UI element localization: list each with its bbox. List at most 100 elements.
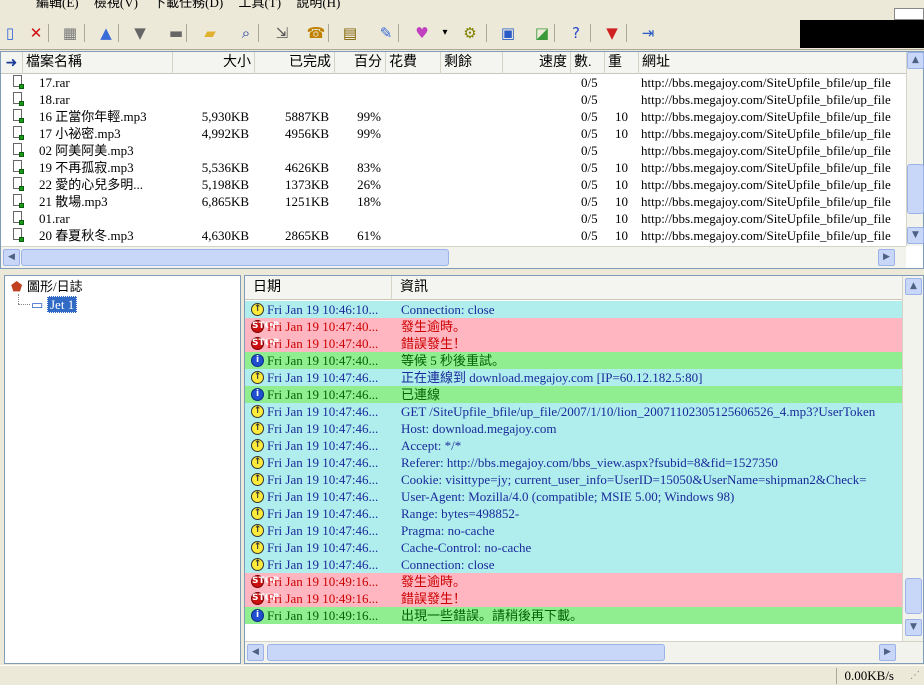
tree-root[interactable]: ⬟ 圖形/日誌 xyxy=(11,278,83,295)
log-row[interactable]: ↑ Fri Jan 19 10:47:46... Pragma: no-cache xyxy=(245,522,902,539)
scroll-left-icon[interactable]: ◀ xyxy=(247,644,264,661)
exit-icon[interactable]: ⇥ xyxy=(638,23,658,43)
scroll-right-icon[interactable]: ▶ xyxy=(878,249,895,266)
table-row[interactable]: 16 正當你年輕.mp3 5,930KB 5887KB 99% 0/5 10 http://… xyxy=(1,108,906,125)
col-header-name[interactable]: 檔案名稱 xyxy=(23,52,173,74)
delete-icon[interactable]: ✕ xyxy=(26,23,46,43)
find-next-icon[interactable]: ⇲ xyxy=(272,23,292,43)
dropdown-icon[interactable]: ▾ xyxy=(440,23,450,43)
col-header-retry[interactable]: 重 xyxy=(605,52,639,74)
log-row[interactable]: ↑ Fri Jan 19 10:47:46... Cookie: visittype… xyxy=(245,471,902,488)
col-header-info[interactable]: 資訊 xyxy=(392,276,902,300)
col-header-percent[interactable]: 百分 xyxy=(335,52,386,74)
col-header-speed[interactable]: 速度 xyxy=(503,52,571,74)
log-date: Fri Jan 19 10:47:46... xyxy=(267,523,379,538)
tree-root-label: 圖形/日誌 xyxy=(27,279,83,294)
log-row[interactable]: i Fri Jan 19 10:47:46... 已連線 xyxy=(245,386,902,403)
log-row[interactable]: STOP Fri Jan 19 10:47:40... 發生逾時。 xyxy=(245,318,902,335)
log-date: Fri Jan 19 10:49:16... xyxy=(267,608,379,623)
tree-line xyxy=(18,294,19,304)
options-icon[interactable]: ⚙ xyxy=(460,23,480,43)
skin-icon[interactable]: ▼ xyxy=(602,23,622,43)
col-header-url[interactable]: 網址 xyxy=(639,52,906,74)
scroll-down-icon[interactable]: ▼ xyxy=(905,619,922,636)
log-vscrollbar[interactable]: ▲ ▼ xyxy=(902,276,923,641)
table-row[interactable]: 21 散場.mp3 6,865KB 1251KB 18% 0/5 10 http://bbs… xyxy=(1,193,906,210)
scroll-down-icon[interactable]: ▼ xyxy=(907,227,924,244)
log-row[interactable]: ↑ Fri Jan 19 10:46:10... Connection: close xyxy=(245,301,902,318)
download-list-vscrollbar[interactable]: ▲ ▼ xyxy=(906,52,924,246)
schedule-icon[interactable]: ▤ xyxy=(340,23,360,43)
move-down-icon[interactable]: ▼ xyxy=(130,23,150,43)
table-row[interactable]: 17.rar 0/5 http://bbs.megajoy.com/SiteUpfi… xyxy=(1,74,906,91)
log-row[interactable]: ↑ Fri Jan 19 10:47:46... Host: download.me… xyxy=(245,420,902,437)
col-header-done[interactable]: 已完成 xyxy=(255,52,335,74)
move-up-icon[interactable]: ▲ xyxy=(96,23,116,43)
tree-item-jet1[interactable]: ▭ Jet 1 xyxy=(31,296,78,313)
drop-zone[interactable] xyxy=(800,20,924,48)
hscroll-thumb[interactable] xyxy=(21,249,449,266)
table-row[interactable]: 02 阿美阿美.mp3 0/5 http://bbs.megajoy.com/Sit… xyxy=(1,142,906,159)
vscroll-thumb[interactable] xyxy=(907,164,924,214)
vscroll-thumb[interactable] xyxy=(905,578,922,614)
new-icon[interactable]: ▯ xyxy=(0,23,20,43)
table-row[interactable]: 18.rar 0/5 http://bbs.megajoy.com/SiteUpfi… xyxy=(1,91,906,108)
menu-item-edit[interactable]: 編輯(E) xyxy=(30,0,85,11)
log-row[interactable]: STOP Fri Jan 19 10:49:16... 錯誤發生！ xyxy=(245,590,902,607)
log-row[interactable]: ↑ Fri Jan 19 10:47:46... Connection: close xyxy=(245,556,902,573)
log-row[interactable]: ↑ Fri Jan 19 10:47:46... User-Agent: Mozil… xyxy=(245,488,902,505)
cell-url: http://bbs.megajoy.com/SiteUpfile_bfile/… xyxy=(641,109,891,124)
open-folder-icon[interactable]: ▰ xyxy=(200,23,220,43)
hscroll-thumb[interactable] xyxy=(267,644,665,661)
cell-name: 19 不再孤寂.mp3 xyxy=(39,160,134,175)
menu-item-view[interactable]: 檢視(V) xyxy=(88,0,144,11)
speed-icon[interactable]: ♥ xyxy=(412,23,432,43)
log-row[interactable]: i Fri Jan 19 10:49:16... 出現一些錯誤。請稍後再下載。 xyxy=(245,607,902,624)
table-row[interactable]: 19 不再孤寂.mp3 5,536KB 4626KB 83% 0/5 10 http://b… xyxy=(1,159,906,176)
col-header-size[interactable]: 大小 xyxy=(173,52,255,74)
menu-item-help[interactable]: 說明(H) xyxy=(290,0,346,11)
log-row[interactable]: ↑ Fri Jan 19 10:47:46... Cache-Control: no… xyxy=(245,539,902,556)
menu-item-tools[interactable]: 工具(T) xyxy=(232,0,287,11)
log-hscrollbar[interactable]: ◀ ▶ xyxy=(245,641,923,663)
log-row[interactable]: ↑ Fri Jan 19 10:47:46... GET /SiteUpfile_b… xyxy=(245,403,902,420)
help-icon[interactable]: ? xyxy=(566,23,586,43)
col-header-date[interactable]: 日期 xyxy=(245,276,392,300)
log-message: Cache-Control: no-cache xyxy=(401,540,532,555)
log-row[interactable]: ↑ Fri Jan 19 10:47:46... Range: bytes=4988… xyxy=(245,505,902,522)
log-row[interactable]: STOP Fri Jan 19 10:47:40... 錯誤發生！ xyxy=(245,335,902,352)
cell-size: 4,630KB xyxy=(201,228,249,243)
file-status-icon xyxy=(13,194,25,209)
scroll-up-icon[interactable]: ▲ xyxy=(907,52,924,69)
dial-icon[interactable]: ☎ xyxy=(306,23,326,43)
table-row[interactable]: 01.rar 0/5 10 http://bbs.megajoy.com/SiteUp… xyxy=(1,210,906,227)
log-date: Fri Jan 19 10:49:16... xyxy=(267,574,379,589)
edit-icon[interactable]: ✎ xyxy=(376,23,396,43)
stop-icon[interactable]: ▬ xyxy=(166,23,186,43)
resize-grip-icon[interactable]: ⋰ xyxy=(910,670,922,682)
log-row[interactable]: ↑ Fri Jan 19 10:47:46... Accept: */* xyxy=(245,437,902,454)
scroll-right-icon[interactable]: ▶ xyxy=(879,644,896,661)
menu-item-tasks[interactable]: 下載任務(D) xyxy=(147,0,229,11)
log-message: GET /SiteUpfile_bfile/up_file/2007/1/10/… xyxy=(401,404,876,419)
site-manager-icon[interactable]: ▣ xyxy=(498,23,518,43)
cell-count: 0/5 xyxy=(581,143,598,158)
col-header-cost[interactable]: 花費 xyxy=(386,52,441,74)
find-icon[interactable]: ⌕ xyxy=(236,23,256,43)
col-header-remaining[interactable]: 剩餘 xyxy=(441,52,503,74)
scroll-up-icon[interactable]: ▲ xyxy=(905,278,922,295)
log-row[interactable]: STOP Fri Jan 19 10:49:16... 發生逾時。 xyxy=(245,573,902,590)
properties-icon[interactable]: ▦ xyxy=(60,23,80,43)
table-row[interactable]: 22 愛的心兒多明... 5,198KB 1373KB 26% 0/5 10 http://… xyxy=(1,176,906,193)
scroll-left-icon[interactable]: ◀ xyxy=(3,249,20,266)
log-row[interactable]: i Fri Jan 19 10:47:40... 等候 5 秒後重試。 xyxy=(245,352,902,369)
col-header-count[interactable]: 數. xyxy=(571,52,605,74)
batch-icon[interactable]: ◪ xyxy=(532,23,552,43)
table-row[interactable]: 20 春夏秋冬.mp3 4,630KB 2865KB 61% 0/5 10 http://b… xyxy=(1,227,906,244)
cell-done: 5887KB xyxy=(284,109,329,124)
download-list-hscrollbar[interactable]: ◀ ▶ xyxy=(1,246,906,268)
sort-arrow-icon[interactable]: ➜ xyxy=(1,52,23,74)
table-row[interactable]: 17 小祕密.mp3 4,992KB 4956KB 99% 0/5 10 http://bb… xyxy=(1,125,906,142)
log-row[interactable]: ↑ Fri Jan 19 10:47:46... Referer: http://b… xyxy=(245,454,902,471)
log-row[interactable]: ↑ Fri Jan 19 10:47:46... 正在連線到 download.me… xyxy=(245,369,902,386)
